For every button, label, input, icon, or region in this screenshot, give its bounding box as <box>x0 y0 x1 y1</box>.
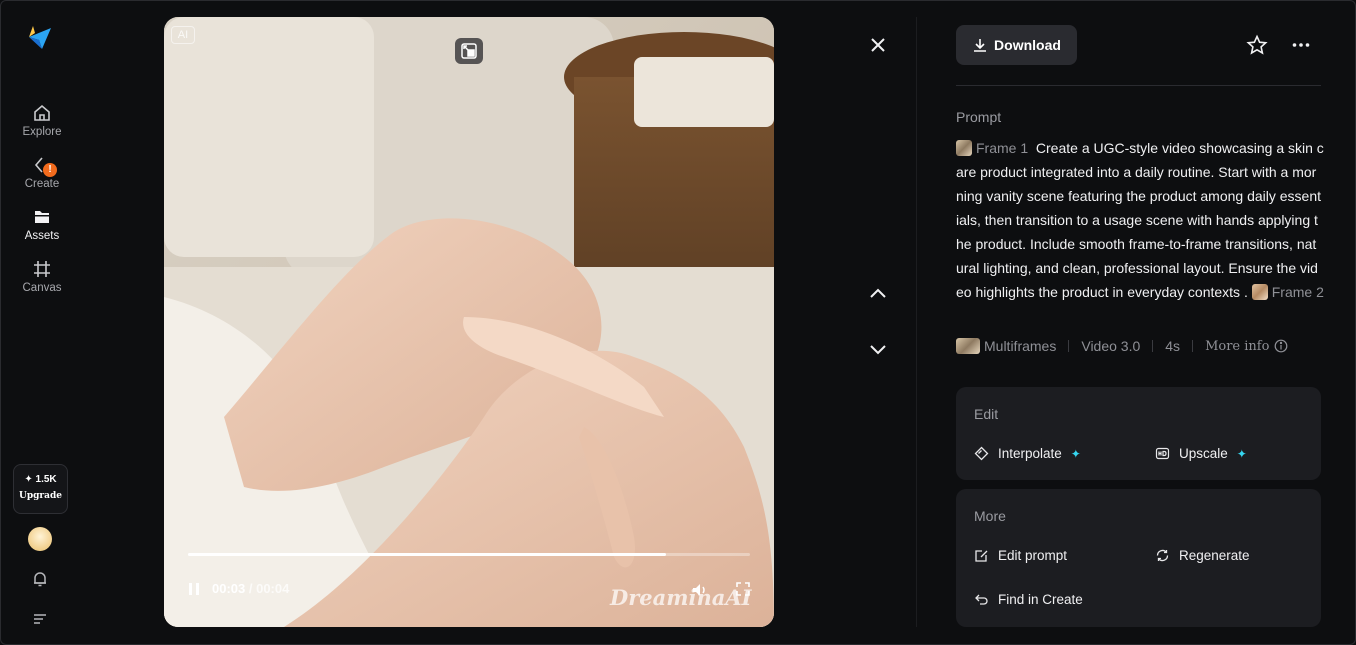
frame-2-chip[interactable]: Frame 2 <box>1251 284 1324 300</box>
interpolate-icon <box>974 446 989 461</box>
notification-badge: ! <box>43 163 57 177</box>
edit-prompt-button[interactable]: Edit prompt <box>974 548 1067 563</box>
more-heading: More <box>974 508 1006 524</box>
more-info-link[interactable]: More info <box>1205 339 1288 354</box>
edit-prompt-label: Edit prompt <box>998 548 1068 563</box>
sidebar-item-label: Assets <box>24 230 60 242</box>
sidebar-item-label: Explore <box>22 126 62 138</box>
edit-prompt-icon <box>975 550 988 562</box>
credits-count: ✦ 1.5K <box>24 474 57 485</box>
upscale-button[interactable]: Upscale ✦ <box>1155 446 1247 461</box>
sidebar-item-assets[interactable]: Assets <box>1 207 83 242</box>
edit-heading: Edit <box>974 406 999 422</box>
find-in-create-label: Find in Create <box>998 592 1083 607</box>
download-button[interactable]: Download <box>956 25 1077 65</box>
interpolate-button[interactable]: Interpolate ✦ <box>974 446 1081 461</box>
separator <box>1192 340 1194 352</box>
regenerate-icon <box>1156 549 1169 562</box>
frame-1-label: Frame 1 <box>976 140 1029 156</box>
return-icon <box>975 594 988 605</box>
more-options-icon[interactable] <box>1290 34 1312 56</box>
hd-icon <box>1155 447 1170 460</box>
more-info-label: More info <box>1205 338 1270 354</box>
prompt-content: Create a UGC-style video showcasing a sk… <box>956 140 1324 300</box>
meta-model: Video 3.0 <box>1081 338 1141 354</box>
app-window: Explore ! Create Assets Canvas ✦ 1.5K Up… <box>0 0 1356 645</box>
sidebar: Explore ! Create Assets Canvas ✦ 1.5K Up… <box>1 1 83 644</box>
progress-fill <box>188 553 666 556</box>
dreamina-logo[interactable] <box>25 23 55 53</box>
current-time: 00:03 <box>212 581 246 596</box>
sidebar-item-create[interactable]: ! Create <box>1 155 83 190</box>
folder-icon <box>35 211 49 223</box>
upscale-label: Upscale <box>1179 446 1228 461</box>
separator <box>1152 340 1154 352</box>
pip-icon <box>461 43 477 59</box>
info-icon <box>1275 339 1288 353</box>
divider <box>916 17 917 627</box>
ai-generated-tag: AI <box>171 26 195 44</box>
duration: / 00:04 <box>248 581 290 596</box>
generation-meta: Multiframes Video 3.0 4s More info <box>956 338 1288 354</box>
video-time: 00:03 / 00:04 <box>212 581 289 596</box>
sparkle-icon: ✦ <box>1236 446 1247 461</box>
regenerate-button[interactable]: Regenerate <box>1155 548 1250 563</box>
video-progress-bar[interactable] <box>188 553 750 556</box>
sidebar-item-label: Canvas <box>22 282 62 294</box>
frame-2-label: Frame 2 <box>1271 284 1324 300</box>
star-icon[interactable] <box>1246 34 1268 56</box>
meta-length: 4s <box>1165 338 1181 354</box>
meta-type: Multiframes <box>984 338 1057 354</box>
download-icon <box>974 39 987 52</box>
regenerate-label: Regenerate <box>1179 548 1250 563</box>
sidebar-item-canvas[interactable]: Canvas <box>1 259 83 294</box>
watermark: DreaminaAI <box>610 585 752 610</box>
video-frame-image <box>164 17 774 627</box>
multiframes-thumbnail <box>956 338 980 354</box>
upgrade-label: Upgrade <box>18 491 63 501</box>
video-player[interactable]: AI 00:03 / 00:04 DreaminaAI <box>164 17 774 627</box>
sparkle-icon: ✦ <box>1070 446 1081 461</box>
prompt-heading: Prompt <box>956 109 1002 125</box>
chevron-down-icon[interactable] <box>865 337 891 363</box>
upgrade-button[interactable]: ✦ 1.5K Upgrade <box>13 464 68 514</box>
more-card: More Edit prompt Regenerate Find in Crea… <box>956 489 1321 627</box>
sidebar-item-label: Create <box>24 178 60 190</box>
sidebar-item-explore[interactable]: Explore <box>1 103 83 138</box>
separator <box>1068 340 1070 352</box>
prompt-text: Frame 1 Create a UGC-style video showcas… <box>956 136 1324 304</box>
frame-2-thumbnail <box>1251 284 1268 300</box>
avatar[interactable] <box>28 527 52 551</box>
picture-in-picture-button[interactable] <box>455 38 483 64</box>
interpolate-label: Interpolate <box>998 446 1062 461</box>
download-label: Download <box>994 37 1061 53</box>
chevron-up-icon[interactable] <box>865 280 891 306</box>
pause-icon[interactable] <box>186 581 202 597</box>
home-icon <box>34 104 50 121</box>
close-icon[interactable] <box>865 32 891 58</box>
frame-1-thumbnail <box>956 140 972 156</box>
canvas-icon <box>34 261 50 277</box>
divider <box>956 85 1321 86</box>
menu-icon[interactable] <box>31 610 49 628</box>
edit-card: Edit Interpolate ✦ Upscale ✦ <box>956 387 1321 480</box>
bell-icon[interactable] <box>31 570 49 588</box>
frame-1-chip[interactable]: Frame 1 <box>956 140 1028 156</box>
find-in-create-button[interactable]: Find in Create <box>974 592 1083 607</box>
